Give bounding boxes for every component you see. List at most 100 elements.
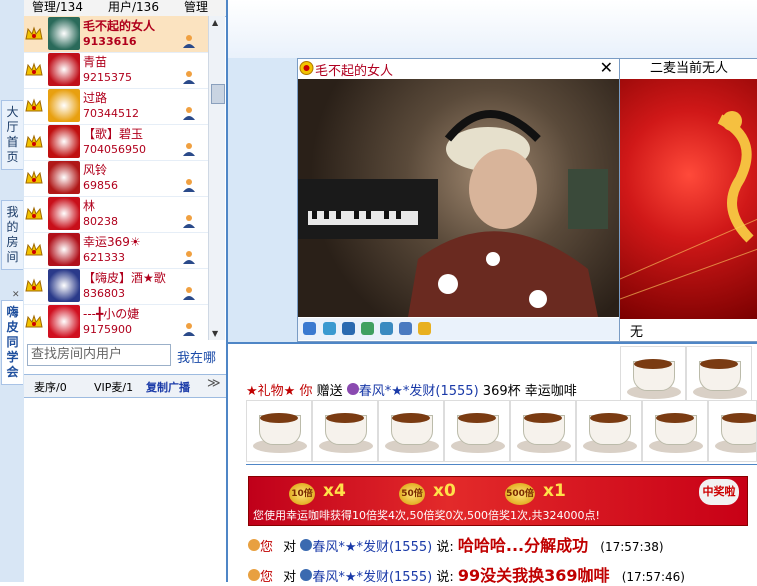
left-tab-strip: 大厅首页 我的房间 ✕ 嗨皮同学会 [0, 0, 25, 582]
coffee-gift-icon [576, 400, 642, 462]
user-list-item[interactable]: 毛不起的女人 9133616 [24, 16, 208, 53]
mic1-title-bar: 毛不起的女人 ✕ [298, 58, 619, 80]
gift-verb: 赠送 [316, 384, 343, 399]
user-panel: 管理/134 用户/136 管理 毛不起的女人 9133616 青苗 9215375 过… [24, 0, 228, 582]
user-id: 9175900 [83, 323, 132, 336]
user-status-icon [183, 71, 195, 84]
scrollbar-thumb[interactable] [211, 84, 225, 104]
tab-lobby-home-label: 大厅首页 [6, 105, 19, 164]
user-list-item[interactable]: 青苗 9215375 [24, 52, 208, 89]
user-status-icon [183, 287, 195, 300]
user-id: 621333 [83, 251, 125, 264]
avatar[interactable] [48, 269, 80, 302]
close-video-icon[interactable]: ✕ [600, 58, 613, 77]
user-id: 9215375 [83, 71, 132, 84]
user-list-item[interactable]: 过路 70344512 [24, 88, 208, 125]
msg-to-word: 对 [283, 540, 297, 555]
tab-mic-queue[interactable]: 麦序/0 [34, 379, 67, 395]
chat-message: 您 对 春风*★*发财(1555) 说: 哈哈哈...分解成功 (17:57:3… [248, 532, 664, 556]
banner-text: 您使用幸运咖啡获得10倍奖4次,50倍奖0次,500倍奖1次,共324000点! [253, 509, 600, 522]
find-me-button[interactable]: 我在哪 [177, 347, 216, 366]
user-status-icon [183, 107, 195, 120]
coffee-gift-icon [620, 346, 686, 408]
user-id: 70344512 [83, 107, 139, 120]
user-name: 过路 [83, 91, 108, 105]
scroll-down-icon[interactable]: ▼ [212, 329, 218, 338]
camera-icon[interactable] [323, 322, 336, 335]
user-name: 幸运369☀ [83, 235, 141, 249]
mic1-video-window: 毛不起的女人 ✕ [297, 58, 620, 342]
user-list: 毛不起的女人 9133616 青苗 9215375 过路 70344512 【歌】碧玉 704… [24, 16, 208, 340]
user-name: 毛不起的女人 [83, 19, 156, 33]
user-list-item[interactable]: 风铃 69856 [24, 160, 208, 197]
crown-icon [25, 26, 43, 40]
user-search-input[interactable]: 查找房间内用户 [27, 344, 171, 366]
crown-icon [25, 62, 43, 76]
avatar[interactable] [48, 17, 80, 50]
mic2-title: 二麦当前无人 [620, 59, 757, 80]
tab-lobby-home[interactable]: 大厅首页 [1, 100, 23, 170]
msg-text: 哈哈哈...分解成功 [457, 536, 589, 555]
user-icon[interactable] [380, 322, 393, 335]
chevron-down-icon[interactable]: ≫ [207, 376, 221, 391]
user-name: 风铃 [83, 163, 108, 177]
save-icon[interactable] [342, 322, 355, 335]
crown-icon [25, 98, 43, 112]
win-badge: 中奖啦 [699, 479, 739, 505]
user-id: 704056950 [83, 143, 146, 156]
tab-my-room[interactable]: 我的房间 [1, 200, 23, 270]
user-list-item[interactable]: 幸运369☀ 621333 [24, 232, 208, 269]
avatar[interactable] [48, 89, 80, 122]
crown-icon [25, 170, 43, 184]
settings-icon[interactable] [361, 322, 374, 335]
user-status-icon [183, 215, 195, 228]
mic2-status-text: 无 [630, 325, 644, 340]
tab-users[interactable]: 用户/136 [108, 0, 159, 15]
msg-sender[interactable]: 您 [260, 570, 273, 585]
mic1-toolbar [298, 318, 619, 340]
avatar[interactable] [48, 305, 80, 338]
user-status-icon [183, 143, 195, 156]
record-icon[interactable] [399, 322, 412, 335]
tab-happy-club[interactable]: 嗨皮同学会 [1, 300, 23, 385]
user-list-scrollbar[interactable]: ▲ ▼ [208, 16, 225, 340]
msg-target-id: (1555) [388, 570, 433, 585]
gift-icon[interactable] [418, 322, 431, 335]
msg-target[interactable]: 春风*★*发财 [312, 540, 389, 555]
mic1-username: 毛不起的女人 [315, 64, 394, 79]
msg-sender[interactable]: 您 [260, 540, 273, 555]
avatar[interactable] [48, 197, 80, 230]
avatar[interactable] [48, 161, 80, 194]
volume-icon[interactable] [303, 322, 316, 335]
coffee-gift-icon [642, 400, 708, 462]
scroll-up-icon[interactable]: ▲ [212, 18, 218, 27]
user-list-item[interactable]: 【歌】碧玉 704056950 [24, 124, 208, 161]
coffee-gift-icon [444, 400, 510, 462]
tab-manage[interactable]: 管理 [184, 0, 208, 15]
gift-target[interactable]: 春风*★*发财 [359, 384, 436, 399]
avatar[interactable] [48, 125, 80, 158]
msg-time: (17:57:38) [600, 540, 664, 554]
user-name: 【嗨皮】酒★歌 [83, 271, 166, 285]
user-list-item[interactable]: ---╋小の婕 9175900 [24, 304, 208, 340]
coffee-gift-icon [246, 400, 312, 462]
coffee-gift-icon [312, 400, 378, 462]
close-icon[interactable]: ✕ [12, 290, 20, 300]
user-list-item[interactable]: 林 80238 [24, 196, 208, 233]
msg-say: 说: [436, 570, 454, 585]
copy-broadcast-button[interactable]: 复制广播 [146, 379, 190, 395]
tab-vip-mic[interactable]: VIP麦/1 [94, 379, 133, 395]
tab-happy-club-label: 嗨皮同学会 [6, 305, 19, 379]
user-name: 青苗 [83, 55, 108, 69]
avatar[interactable] [48, 53, 80, 86]
msg-target[interactable]: 春风*★*发财 [312, 570, 389, 585]
gift-target-id: (1555) [435, 384, 479, 399]
user-name: ---╋小の婕 [83, 307, 140, 321]
tab-admins[interactable]: 管理/134 [32, 0, 83, 15]
avatar[interactable] [48, 233, 80, 266]
msg-text: 99没关我换369咖啡 [457, 566, 610, 585]
chat-divider [246, 464, 757, 465]
user-list-item[interactable]: 【嗨皮】酒★歌 836803 [24, 268, 208, 305]
gift-sender[interactable]: 你 [299, 384, 312, 399]
coin-50x: 50倍 [399, 483, 425, 505]
